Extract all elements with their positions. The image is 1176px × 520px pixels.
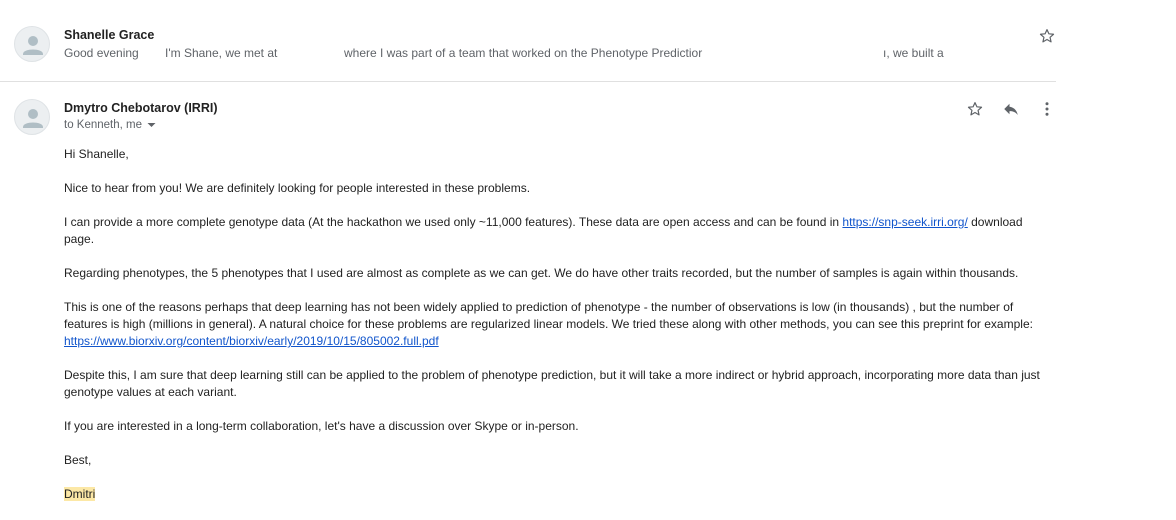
star-button[interactable] — [1036, 25, 1058, 47]
biorxiv-link[interactable]: https://www.biorxiv.org/content/biorxiv/… — [64, 334, 439, 348]
signature: Dmitri — [64, 487, 96, 501]
paragraph-text: This is one of the reasons perhaps that … — [64, 300, 1033, 331]
avatar — [14, 99, 50, 135]
person-icon — [23, 36, 43, 55]
reply-button[interactable] — [1000, 98, 1022, 120]
reply-icon — [1004, 103, 1018, 115]
snippet-part: where I was part of a team that worked o… — [344, 46, 703, 60]
star-icon — [1039, 29, 1055, 43]
paragraph: I can provide a more complete genotype d… — [64, 214, 1054, 248]
sender-name: Dmytro Chebotarov (IRRI) — [64, 101, 218, 115]
star-button[interactable] — [964, 98, 986, 120]
recipients-text: to Kenneth, me — [64, 119, 142, 131]
person-icon — [23, 109, 43, 128]
snippet: Good evening I'm Shane, we met at where … — [64, 46, 964, 62]
star-icon — [967, 102, 983, 116]
snp-seek-link[interactable]: https://snp-seek.irri.org/ — [842, 215, 967, 229]
snippet-part: I'm Shane, we met at — [165, 46, 278, 60]
divider — [0, 81, 1056, 82]
more-vert-icon — [1045, 102, 1049, 116]
paragraph: Regarding phenotypes, the 5 phenotypes t… — [64, 266, 1019, 280]
avatar — [14, 26, 50, 62]
message-body: Hi Shanelle, Nice to hear from you! We a… — [64, 146, 1054, 520]
snippet-part: Good evening — [64, 46, 139, 60]
paragraph: If you are interested in a long-term col… — [64, 419, 579, 433]
paragraph: Nice to hear from you! We are definitely… — [64, 181, 531, 195]
paragraph: Despite this, I am sure that deep learni… — [64, 368, 1040, 399]
closing: Best, — [64, 453, 92, 467]
paragraph: This is one of the reasons perhaps that … — [64, 299, 1054, 350]
recipients[interactable]: to Kenneth, me — [64, 119, 156, 131]
caret-down-icon[interactable] — [147, 122, 156, 128]
more-options-button[interactable] — [1036, 98, 1058, 120]
paragraph-text: I can provide a more complete genotype d… — [64, 215, 843, 229]
snippet-part: ı, we built a — [883, 46, 944, 60]
signature-line: Dmitri — [64, 486, 1054, 503]
greeting: Hi Shanelle, — [64, 147, 129, 161]
sender-name: Shanelle Grace — [64, 28, 155, 42]
